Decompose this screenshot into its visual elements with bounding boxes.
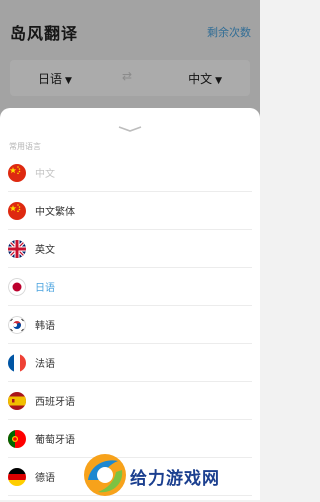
flag-china-icon <box>8 202 26 220</box>
watermark-logo-icon <box>82 452 128 498</box>
flag-france-icon <box>8 354 26 372</box>
collapse-handle-icon[interactable] <box>118 118 142 132</box>
language-item-korean[interactable]: 韩语 <box>8 306 252 344</box>
language-label: 法语 <box>35 359 55 370</box>
language-item-japanese[interactable]: 日语 <box>8 268 252 306</box>
language-label: 葡萄牙语 <box>35 435 75 446</box>
language-item-english[interactable]: 英文 <box>8 230 252 268</box>
language-label: 西班牙语 <box>35 397 75 408</box>
flag-japan-icon <box>8 278 26 296</box>
language-item-spanish[interactable]: 西班牙语 <box>8 382 252 420</box>
language-label: 德语 <box>35 473 55 484</box>
flag-spain-icon <box>8 392 26 410</box>
language-bottom-sheet: 常用语言 中文 中文繁体 英文 日语 韩语 法语 西班牙语 葡萄牙语 德语 <box>0 108 260 500</box>
flag-uk-icon <box>8 240 26 258</box>
language-label: 日语 <box>35 283 55 294</box>
language-label: 韩语 <box>35 321 55 332</box>
flag-portugal-icon <box>8 430 26 448</box>
language-list: 中文 中文繁体 英文 日语 韩语 法语 西班牙语 葡萄牙语 德语 <box>0 154 260 496</box>
flag-china-icon <box>8 164 26 182</box>
language-item-traditional-chinese[interactable]: 中文繁体 <box>8 192 252 230</box>
language-label: 英文 <box>35 245 55 256</box>
section-title: 常用语言 <box>9 142 41 151</box>
watermark: 给力游戏网 <box>82 452 260 500</box>
language-item-chinese[interactable]: 中文 <box>8 154 252 192</box>
watermark-text: 给力游戏网 <box>130 469 220 489</box>
language-label: 中文繁体 <box>35 207 75 218</box>
flag-germany-icon <box>8 468 26 486</box>
flag-korea-icon <box>8 316 26 334</box>
language-label: 中文 <box>35 169 55 180</box>
language-item-french[interactable]: 法语 <box>8 344 252 382</box>
